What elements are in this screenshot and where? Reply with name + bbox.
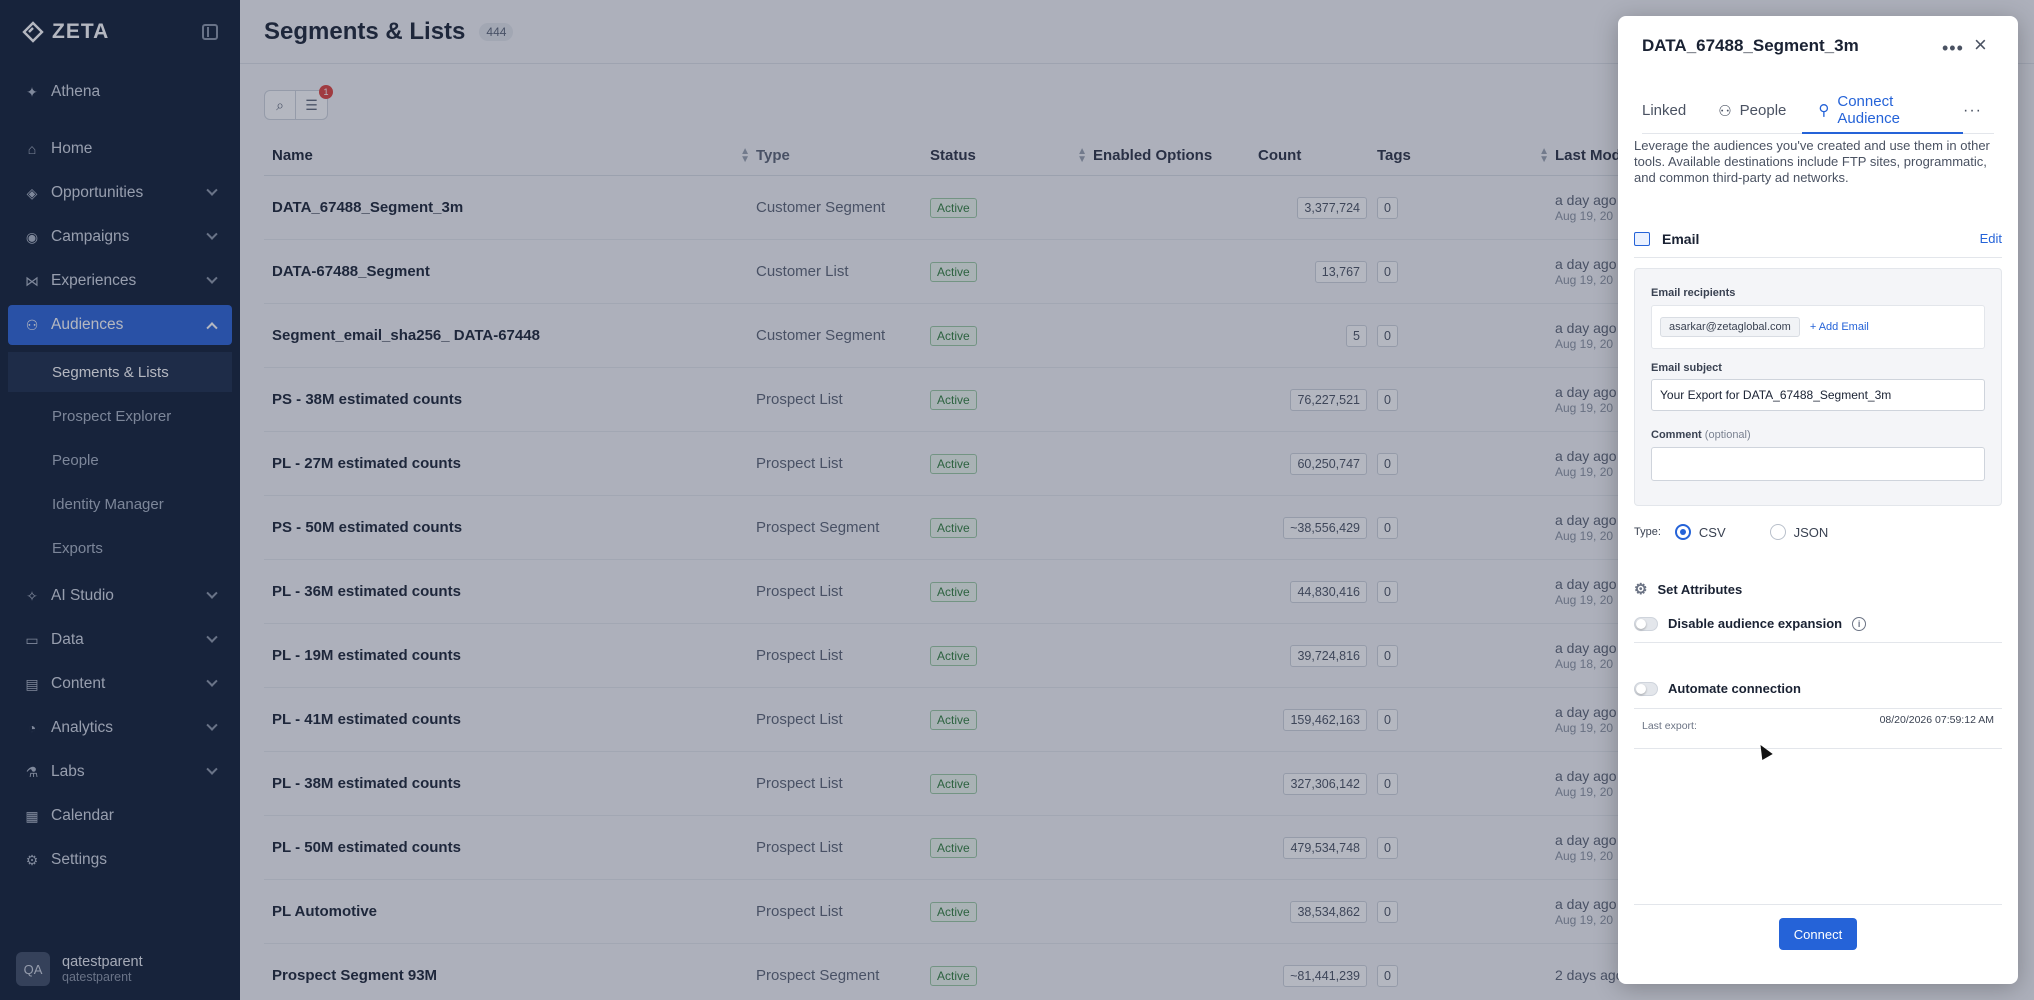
divider bbox=[1634, 708, 2002, 709]
footer-divider bbox=[1634, 904, 2002, 905]
tab-connect-audience[interactable]: ⚲ Connect Audience bbox=[1802, 88, 1964, 134]
email-subject-input[interactable]: Your Export for DATA_67488_Segment_3m bbox=[1651, 379, 1985, 411]
json-label: JSON bbox=[1793, 524, 1829, 540]
set-attributes-button[interactable]: ⚙ Set Attributes bbox=[1634, 580, 1742, 598]
csv-radio[interactable] bbox=[1674, 524, 1691, 540]
tab-people[interactable]: ⚇ People bbox=[1702, 88, 1802, 134]
type-label: Type: bbox=[1634, 526, 1661, 538]
email-icon bbox=[1634, 231, 1650, 246]
drawer-tabs: Linked ⚇ People ⚲ Connect Audience ··· bbox=[1642, 88, 1994, 134]
email-recipients-field[interactable]: asarkar@zetaglobal.com + Add Email bbox=[1651, 305, 1985, 349]
comment-input[interactable] bbox=[1651, 447, 1985, 481]
export-type-row: Type: CSV JSON bbox=[1634, 524, 1828, 540]
drawer-title: DATA_67488_Segment_3m bbox=[1642, 36, 1859, 55]
csv-label: CSV bbox=[1698, 524, 1726, 540]
more-options-icon[interactable]: ••• bbox=[1942, 38, 1964, 59]
set-attributes-label: Set Attributes bbox=[1657, 581, 1743, 597]
tab-people-label: People bbox=[1739, 102, 1787, 119]
email-recipients-label: Email recipients bbox=[1651, 287, 1736, 299]
divider bbox=[1634, 748, 2002, 749]
tab-linked[interactable]: Linked bbox=[1642, 88, 1702, 134]
person-icon: ⚇ bbox=[1718, 102, 1732, 120]
tab-linked-label: Linked bbox=[1642, 102, 1687, 119]
last-export-label: Last export: bbox=[1642, 720, 1697, 732]
automate-connection-toggle[interactable] bbox=[1634, 681, 1658, 696]
recipient-chip[interactable]: asarkar@zetaglobal.com bbox=[1660, 317, 1800, 337]
email-label: Email bbox=[1662, 230, 1700, 247]
tabs-more-icon[interactable]: ··· bbox=[1963, 102, 1994, 120]
connect-description: Leverage the audiences you've created an… bbox=[1634, 138, 1990, 185]
comment-label: Comment (optional) bbox=[1651, 429, 1751, 441]
edit-link[interactable]: Edit bbox=[1980, 231, 2002, 246]
disable-expansion-row: Disable audience expansion i bbox=[1634, 616, 2002, 631]
automate-connection-label: Automate connection bbox=[1668, 681, 1801, 696]
info-icon[interactable]: i bbox=[1852, 616, 1867, 631]
plus-icon: + bbox=[1809, 321, 1819, 333]
tab-connect-audience-label: Connect Audience bbox=[1837, 92, 1900, 127]
segment-drawer: DATA_67488_Segment_3m ••• × Linked ⚇ Peop… bbox=[1618, 16, 2018, 984]
add-email-label: Add Email bbox=[1818, 321, 1869, 333]
email-destination-header: Email Edit bbox=[1634, 220, 2002, 258]
json-radio[interactable] bbox=[1769, 524, 1786, 540]
email-subject-label: Email subject bbox=[1651, 362, 1722, 374]
email-settings-panel: Email recipients asarkar@zetaglobal.com … bbox=[1634, 268, 2002, 506]
disable-expansion-label: Disable audience expansion bbox=[1668, 616, 1843, 631]
connect-button[interactable]: Connect bbox=[1779, 918, 1857, 950]
connect-icon: ⚲ bbox=[1818, 101, 1830, 119]
disable-expansion-toggle[interactable] bbox=[1634, 616, 1658, 631]
add-email-button[interactable]: + Add Email bbox=[1810, 321, 1869, 333]
last-export-row: Last export: 08/20/2026 07:59:12 AM bbox=[1642, 714, 1994, 732]
last-export-value: 08/20/2026 07:59:12 AM bbox=[1879, 714, 1994, 726]
automate-connection-row: Automate connection bbox=[1634, 681, 2002, 696]
gear-icon: ⚙ bbox=[1634, 581, 1648, 598]
comment-optional-text: (optional) bbox=[1704, 429, 1751, 441]
divider bbox=[1634, 642, 2002, 643]
close-icon[interactable]: × bbox=[1974, 32, 1987, 58]
comment-label-text: Comment bbox=[1651, 429, 1702, 441]
